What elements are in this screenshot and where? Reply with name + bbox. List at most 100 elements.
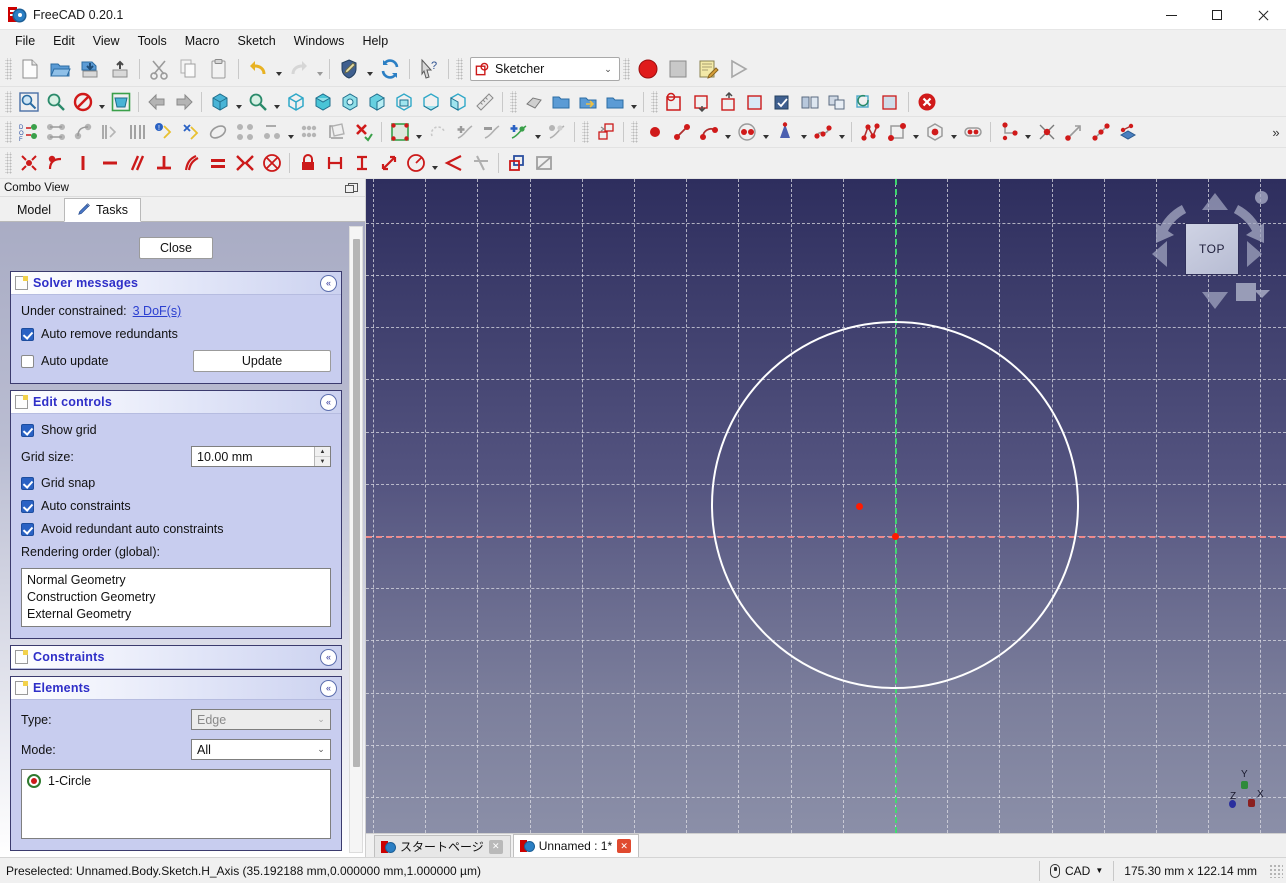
select-elements-circle-button[interactable] bbox=[204, 119, 231, 145]
arc-dropdown[interactable] bbox=[722, 119, 733, 145]
auto-update-checkbox[interactable] bbox=[21, 354, 34, 368]
element-type-select[interactable]: Edge ⌄ bbox=[191, 709, 331, 730]
auto-remove-redundants-row[interactable]: Auto remove redundants bbox=[21, 327, 331, 341]
redo-button[interactable] bbox=[284, 55, 314, 83]
menu-view[interactable]: View bbox=[84, 31, 129, 51]
create-slot-button[interactable] bbox=[959, 119, 986, 145]
constrain-distance-x-button[interactable] bbox=[321, 150, 348, 176]
toggle-construction-button[interactable] bbox=[1114, 119, 1141, 145]
close-window-button[interactable] bbox=[1240, 0, 1286, 30]
create-group-button[interactable] bbox=[547, 89, 574, 115]
elements-header[interactable]: Elements « bbox=[11, 677, 341, 700]
extend-button[interactable] bbox=[1060, 119, 1087, 145]
3d-viewport[interactable]: TOP Y X Z bbox=[366, 179, 1286, 833]
dof-link[interactable]: 3 DoF(s) bbox=[133, 304, 182, 318]
bottom-view-button[interactable] bbox=[417, 89, 444, 115]
list-item[interactable]: 1-Circle bbox=[27, 774, 325, 788]
close-tab-button[interactable]: ✕ bbox=[617, 839, 632, 853]
create-arc-button[interactable] bbox=[695, 119, 722, 145]
create-conic-button[interactable] bbox=[771, 119, 798, 145]
show-dof-button[interactable]: D O F bbox=[15, 119, 42, 145]
nav-right-arrow-icon[interactable] bbox=[1247, 241, 1262, 267]
menu-help[interactable]: Help bbox=[353, 31, 397, 51]
rendering-order-list[interactable]: Normal Geometry Construction Geometry Ex… bbox=[21, 568, 331, 627]
join-curves-button[interactable] bbox=[424, 119, 451, 145]
split-button[interactable] bbox=[1087, 119, 1114, 145]
constrain-angle-button[interactable] bbox=[440, 150, 467, 176]
top-view-button[interactable] bbox=[336, 89, 363, 115]
collapse-icon[interactable]: « bbox=[320, 680, 337, 697]
paste-button[interactable] bbox=[204, 55, 234, 83]
split-edge-button[interactable] bbox=[505, 119, 532, 145]
tab-tasks[interactable]: Tasks bbox=[64, 198, 141, 222]
constrain-horizontal-button[interactable] bbox=[96, 150, 123, 176]
nav-down-arrow-icon[interactable] bbox=[1202, 292, 1228, 309]
merge-sketch-button[interactable] bbox=[823, 89, 850, 115]
conic-dropdown[interactable] bbox=[798, 119, 809, 145]
task-panel-scrollbar[interactable] bbox=[349, 226, 363, 853]
constrain-refraction-button[interactable] bbox=[467, 150, 494, 176]
link-object-button[interactable] bbox=[574, 89, 601, 115]
list-item[interactable]: Construction Geometry bbox=[27, 589, 325, 606]
constrain-lock-button[interactable] bbox=[294, 150, 321, 176]
clone-button[interactable] bbox=[296, 119, 323, 145]
collapse-icon[interactable]: « bbox=[320, 275, 337, 292]
leave-sketch-button[interactable] bbox=[913, 89, 940, 115]
radius-dropdown[interactable] bbox=[429, 150, 440, 176]
grid-size-increment[interactable]: ▲ bbox=[315, 447, 330, 456]
constrain-vertical-button[interactable] bbox=[69, 150, 96, 176]
create-circle-button[interactable] bbox=[733, 119, 760, 145]
redo-dropdown[interactable] bbox=[314, 56, 325, 82]
refresh-button[interactable] bbox=[375, 55, 405, 83]
zoom-dropdown[interactable] bbox=[271, 89, 282, 115]
std-views-dropdown[interactable] bbox=[233, 89, 244, 115]
grid-snap-checkbox[interactable] bbox=[21, 476, 34, 490]
nav-forward-button[interactable] bbox=[170, 89, 197, 115]
grid-size-stepper[interactable]: 10.00 mm ▲ ▼ bbox=[191, 446, 331, 467]
fillet-dropdown[interactable] bbox=[1022, 119, 1033, 145]
nav-up-arrow-icon[interactable] bbox=[1202, 193, 1228, 210]
macro-record-button[interactable] bbox=[633, 55, 663, 83]
show-grid-checkbox[interactable] bbox=[21, 423, 34, 437]
minimize-button[interactable] bbox=[1148, 0, 1194, 30]
measure-button[interactable] bbox=[471, 89, 498, 115]
symmetry-dropdown[interactable] bbox=[285, 119, 296, 145]
draw-style-button[interactable] bbox=[69, 89, 96, 115]
workbench-selector[interactable]: Sketcher ⌄ bbox=[470, 57, 620, 81]
avoid-redundant-checkbox[interactable] bbox=[21, 522, 34, 536]
solver-messages-header[interactable]: Solver messages « bbox=[11, 272, 341, 295]
create-sketch-button[interactable] bbox=[661, 89, 688, 115]
constrain-equal-button[interactable] bbox=[204, 150, 231, 176]
sketch-origin-point[interactable] bbox=[891, 532, 899, 540]
split-dropdown[interactable] bbox=[532, 119, 543, 145]
edit-controls-header[interactable]: Edit controls « bbox=[11, 391, 341, 414]
constrain-parallel-button[interactable] bbox=[123, 150, 150, 176]
sketch-circle-center-point[interactable] bbox=[856, 503, 863, 510]
activate-deactivate-constraint-button[interactable] bbox=[530, 150, 557, 176]
element-mode-select[interactable]: All ⌄ bbox=[191, 739, 331, 760]
bspline-dropdown[interactable] bbox=[836, 119, 847, 145]
maximize-button[interactable] bbox=[1194, 0, 1240, 30]
nav-back-button[interactable] bbox=[143, 89, 170, 115]
whats-this-button[interactable]: ? bbox=[414, 55, 444, 83]
close-tab-button[interactable]: ✕ bbox=[488, 839, 503, 854]
constrain-point-on-object-button[interactable] bbox=[42, 150, 69, 176]
toolbar-grip[interactable] bbox=[5, 58, 12, 80]
list-item[interactable]: Normal Geometry bbox=[27, 572, 325, 589]
avoid-redundant-row[interactable]: Avoid redundant auto constraints bbox=[21, 522, 331, 536]
part-boolean-button[interactable] bbox=[520, 89, 547, 115]
rear-view-button[interactable] bbox=[390, 89, 417, 115]
document-tab-unnamed[interactable]: Unnamed : 1* ✕ bbox=[512, 834, 640, 857]
toolbar-grip[interactable] bbox=[456, 58, 463, 80]
sketch-circle-geometry[interactable] bbox=[711, 321, 1079, 689]
menu-macro[interactable]: Macro bbox=[176, 31, 229, 51]
visual-sketch-dropdown[interactable] bbox=[413, 119, 424, 145]
visual-sketch-button[interactable] bbox=[386, 119, 413, 145]
auto-remove-redundants-checkbox[interactable] bbox=[21, 327, 34, 341]
toolbar-grip[interactable] bbox=[623, 58, 630, 80]
constrain-radius-button[interactable] bbox=[402, 150, 429, 176]
menu-sketch[interactable]: Sketch bbox=[229, 31, 285, 51]
remove-axes-alignment-button[interactable] bbox=[323, 119, 350, 145]
resize-grip[interactable] bbox=[1269, 863, 1283, 878]
constrain-block-button[interactable] bbox=[258, 150, 285, 176]
